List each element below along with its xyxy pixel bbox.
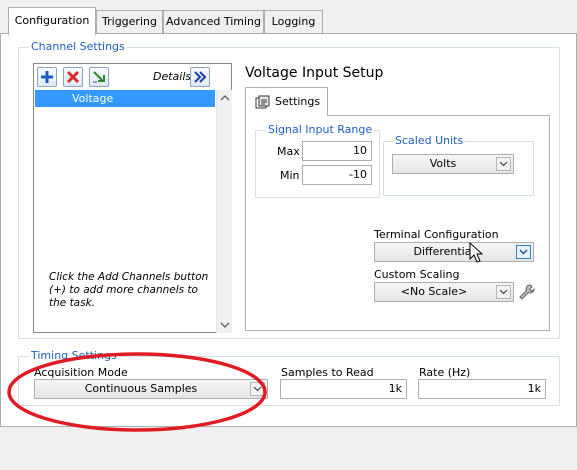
tab-configuration[interactable]: Configuration xyxy=(8,7,96,35)
details-label: Details xyxy=(153,70,192,83)
tab-triggering[interactable]: Triggering xyxy=(96,10,163,34)
tab-label: Advanced Timing xyxy=(166,15,261,28)
custom-scaling-select[interactable]: <No Scale> xyxy=(374,282,514,302)
settings-tab-label: Settings xyxy=(275,95,321,108)
signal-input-range-group: Signal Input Range Max 10 Min -10 xyxy=(255,124,380,198)
samples-to-read-label: Samples to Read xyxy=(281,366,374,379)
max-label: Max xyxy=(277,145,300,158)
tab-advanced-timing[interactable]: Advanced Timing xyxy=(163,10,264,34)
add-channel-icon xyxy=(41,71,53,83)
terminal-configuration-value: Differential xyxy=(413,245,475,258)
custom-scaling-label: Custom Scaling xyxy=(374,268,460,281)
timing-settings-title: Timing Settings xyxy=(29,349,119,362)
mouse-cursor-icon xyxy=(469,242,483,263)
scaled-units-title: Scaled Units xyxy=(393,134,466,147)
rate-label: Rate (Hz) xyxy=(419,366,471,379)
terminal-configuration-select[interactable]: Differential xyxy=(374,242,534,262)
scaled-units-group: Scaled Units Volts xyxy=(383,135,534,196)
channel-name: Voltage xyxy=(72,92,114,105)
tab-label: Configuration xyxy=(14,14,90,27)
voltage-setup-title: Voltage Input Setup xyxy=(245,65,384,81)
rename-channel-button[interactable] xyxy=(89,67,109,87)
bottom-bar xyxy=(0,428,577,470)
tab-settings[interactable]: Settings xyxy=(245,87,328,116)
remove-channel-icon xyxy=(66,70,80,84)
acquisition-mode-value: Continuous Samples xyxy=(84,382,198,395)
expand-details-icon xyxy=(194,71,207,83)
remove-channel-button[interactable] xyxy=(63,67,83,87)
channel-list-scrollbar[interactable] xyxy=(216,90,232,333)
tab-label: Logging xyxy=(271,15,316,28)
wrench-icon[interactable] xyxy=(518,283,536,301)
settings-panel: Signal Input Range Max 10 Min -10 Scaled… xyxy=(245,115,550,331)
scroll-up-icon[interactable] xyxy=(217,93,233,103)
min-label: Min xyxy=(280,169,300,182)
tab-label: Triggering xyxy=(102,15,157,28)
min-input[interactable]: -10 xyxy=(302,165,372,185)
rename-channel-icon xyxy=(93,71,105,83)
chevron-down-icon[interactable] xyxy=(496,157,511,171)
samples-to-read-input[interactable]: 1k xyxy=(280,379,407,399)
settings-tab-icon xyxy=(255,95,270,109)
chevron-down-icon[interactable] xyxy=(496,285,511,299)
channel-list[interactable]: Details Voltage Click the Add Channels b… xyxy=(33,63,232,333)
scroll-down-icon[interactable] xyxy=(217,320,233,330)
acquisition-mode-select[interactable]: Continuous Samples xyxy=(34,379,268,399)
max-input[interactable]: 10 xyxy=(302,141,372,161)
add-channel-button[interactable] xyxy=(37,67,57,87)
acquisition-mode-label: Acquisition Mode xyxy=(34,366,128,379)
expand-details-button[interactable] xyxy=(190,67,210,87)
configuration-panel: Channel Settings Details Voltage Click t… xyxy=(0,33,577,432)
channel-settings-group: Channel Settings Details Voltage Click t… xyxy=(18,41,560,339)
chevron-down-icon[interactable] xyxy=(250,382,265,396)
list-item[interactable]: Voltage xyxy=(35,90,215,107)
terminal-configuration-label: Terminal Configuration xyxy=(374,228,499,241)
rate-input[interactable]: 1k xyxy=(418,379,546,399)
scaled-units-select[interactable]: Volts xyxy=(392,154,514,174)
add-channel-hint: Click the Add Channels button (+) to add… xyxy=(49,271,209,309)
signal-input-range-title: Signal Input Range xyxy=(266,123,375,136)
tab-strip: Configuration Triggering Advanced Timing… xyxy=(0,0,577,35)
channel-settings-title: Channel Settings xyxy=(29,40,127,53)
tab-logging[interactable]: Logging xyxy=(264,10,323,34)
scaled-units-value: Volts xyxy=(429,157,457,170)
chevron-down-icon[interactable] xyxy=(516,245,531,259)
custom-scaling-value: <No Scale> xyxy=(400,285,468,298)
timing-settings-group: Timing Settings Acquisition Mode Continu… xyxy=(18,350,560,406)
